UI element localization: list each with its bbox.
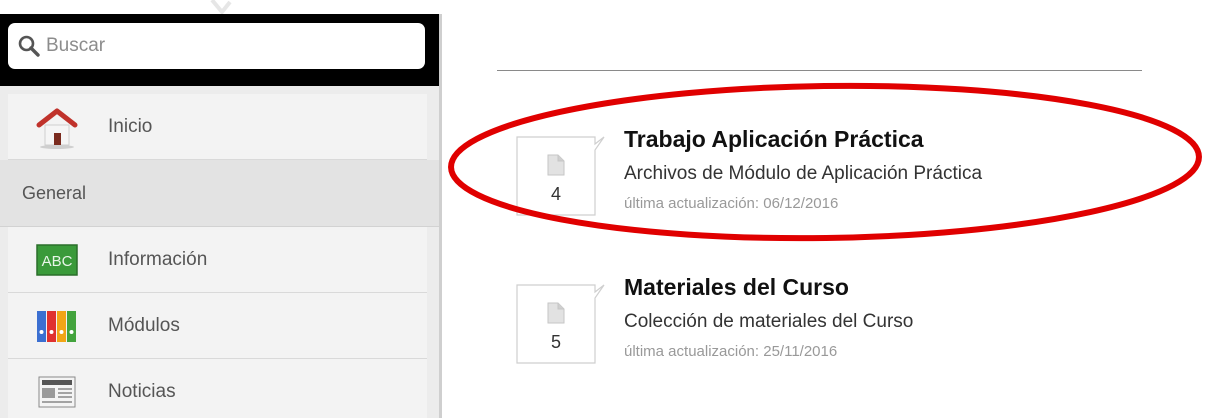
binders-icon <box>28 308 86 344</box>
svg-text:ABC: ABC <box>42 253 73 270</box>
sidebar-item-label: Noticias <box>108 380 176 402</box>
sidebar-item-inicio[interactable]: Inicio <box>8 94 427 160</box>
document-icon <box>547 302 565 324</box>
folder-description: Colección de materiales del Curso <box>624 311 914 332</box>
page: Inicio General ABC Información <box>0 0 1208 418</box>
folder-title[interactable]: Trabajo Aplicación Práctica <box>624 126 924 153</box>
sidebar-item-label: Información <box>108 248 208 270</box>
sidebar-item-label: Inicio <box>108 115 153 137</box>
sidebar: Inicio General ABC Información <box>0 14 442 418</box>
section-header-general: General <box>0 160 439 227</box>
folder-file-count: 4 <box>550 184 561 204</box>
folder-count-box: 5 <box>516 284 605 364</box>
search-bar <box>0 14 439 86</box>
search-input[interactable] <box>46 35 386 57</box>
sidebar-item-noticias[interactable]: Noticias <box>8 359 427 418</box>
folder-file-count: 5 <box>550 332 561 352</box>
sidebar-item-label: Módulos <box>108 314 180 336</box>
folder-description: Archivos de Módulo de Aplicación Práctic… <box>624 163 983 184</box>
folder-item[interactable]: 5 Materiales del Curso Colección de mate… <box>516 274 1116 364</box>
newspaper-icon <box>28 375 86 409</box>
folder-last-updated: última actualización: 06/12/2016 <box>624 195 839 212</box>
search-box[interactable] <box>8 23 425 69</box>
abc-board-icon: ABC <box>28 243 86 276</box>
content-divider <box>497 70 1142 71</box>
document-icon <box>547 154 565 176</box>
folder-title[interactable]: Materiales del Curso <box>624 274 849 301</box>
sidebar-item-modulos[interactable]: Módulos <box>8 293 427 359</box>
home-icon <box>28 105 86 149</box>
folder-item[interactable]: 4 Trabajo Aplicación Práctica Archivos d… <box>516 126 1116 216</box>
folder-count-box: 4 <box>516 136 605 216</box>
folder-last-updated: última actualización: 25/11/2016 <box>624 343 838 360</box>
sidebar-item-informacion[interactable]: ABC Información <box>8 227 427 293</box>
search-icon <box>18 35 40 57</box>
